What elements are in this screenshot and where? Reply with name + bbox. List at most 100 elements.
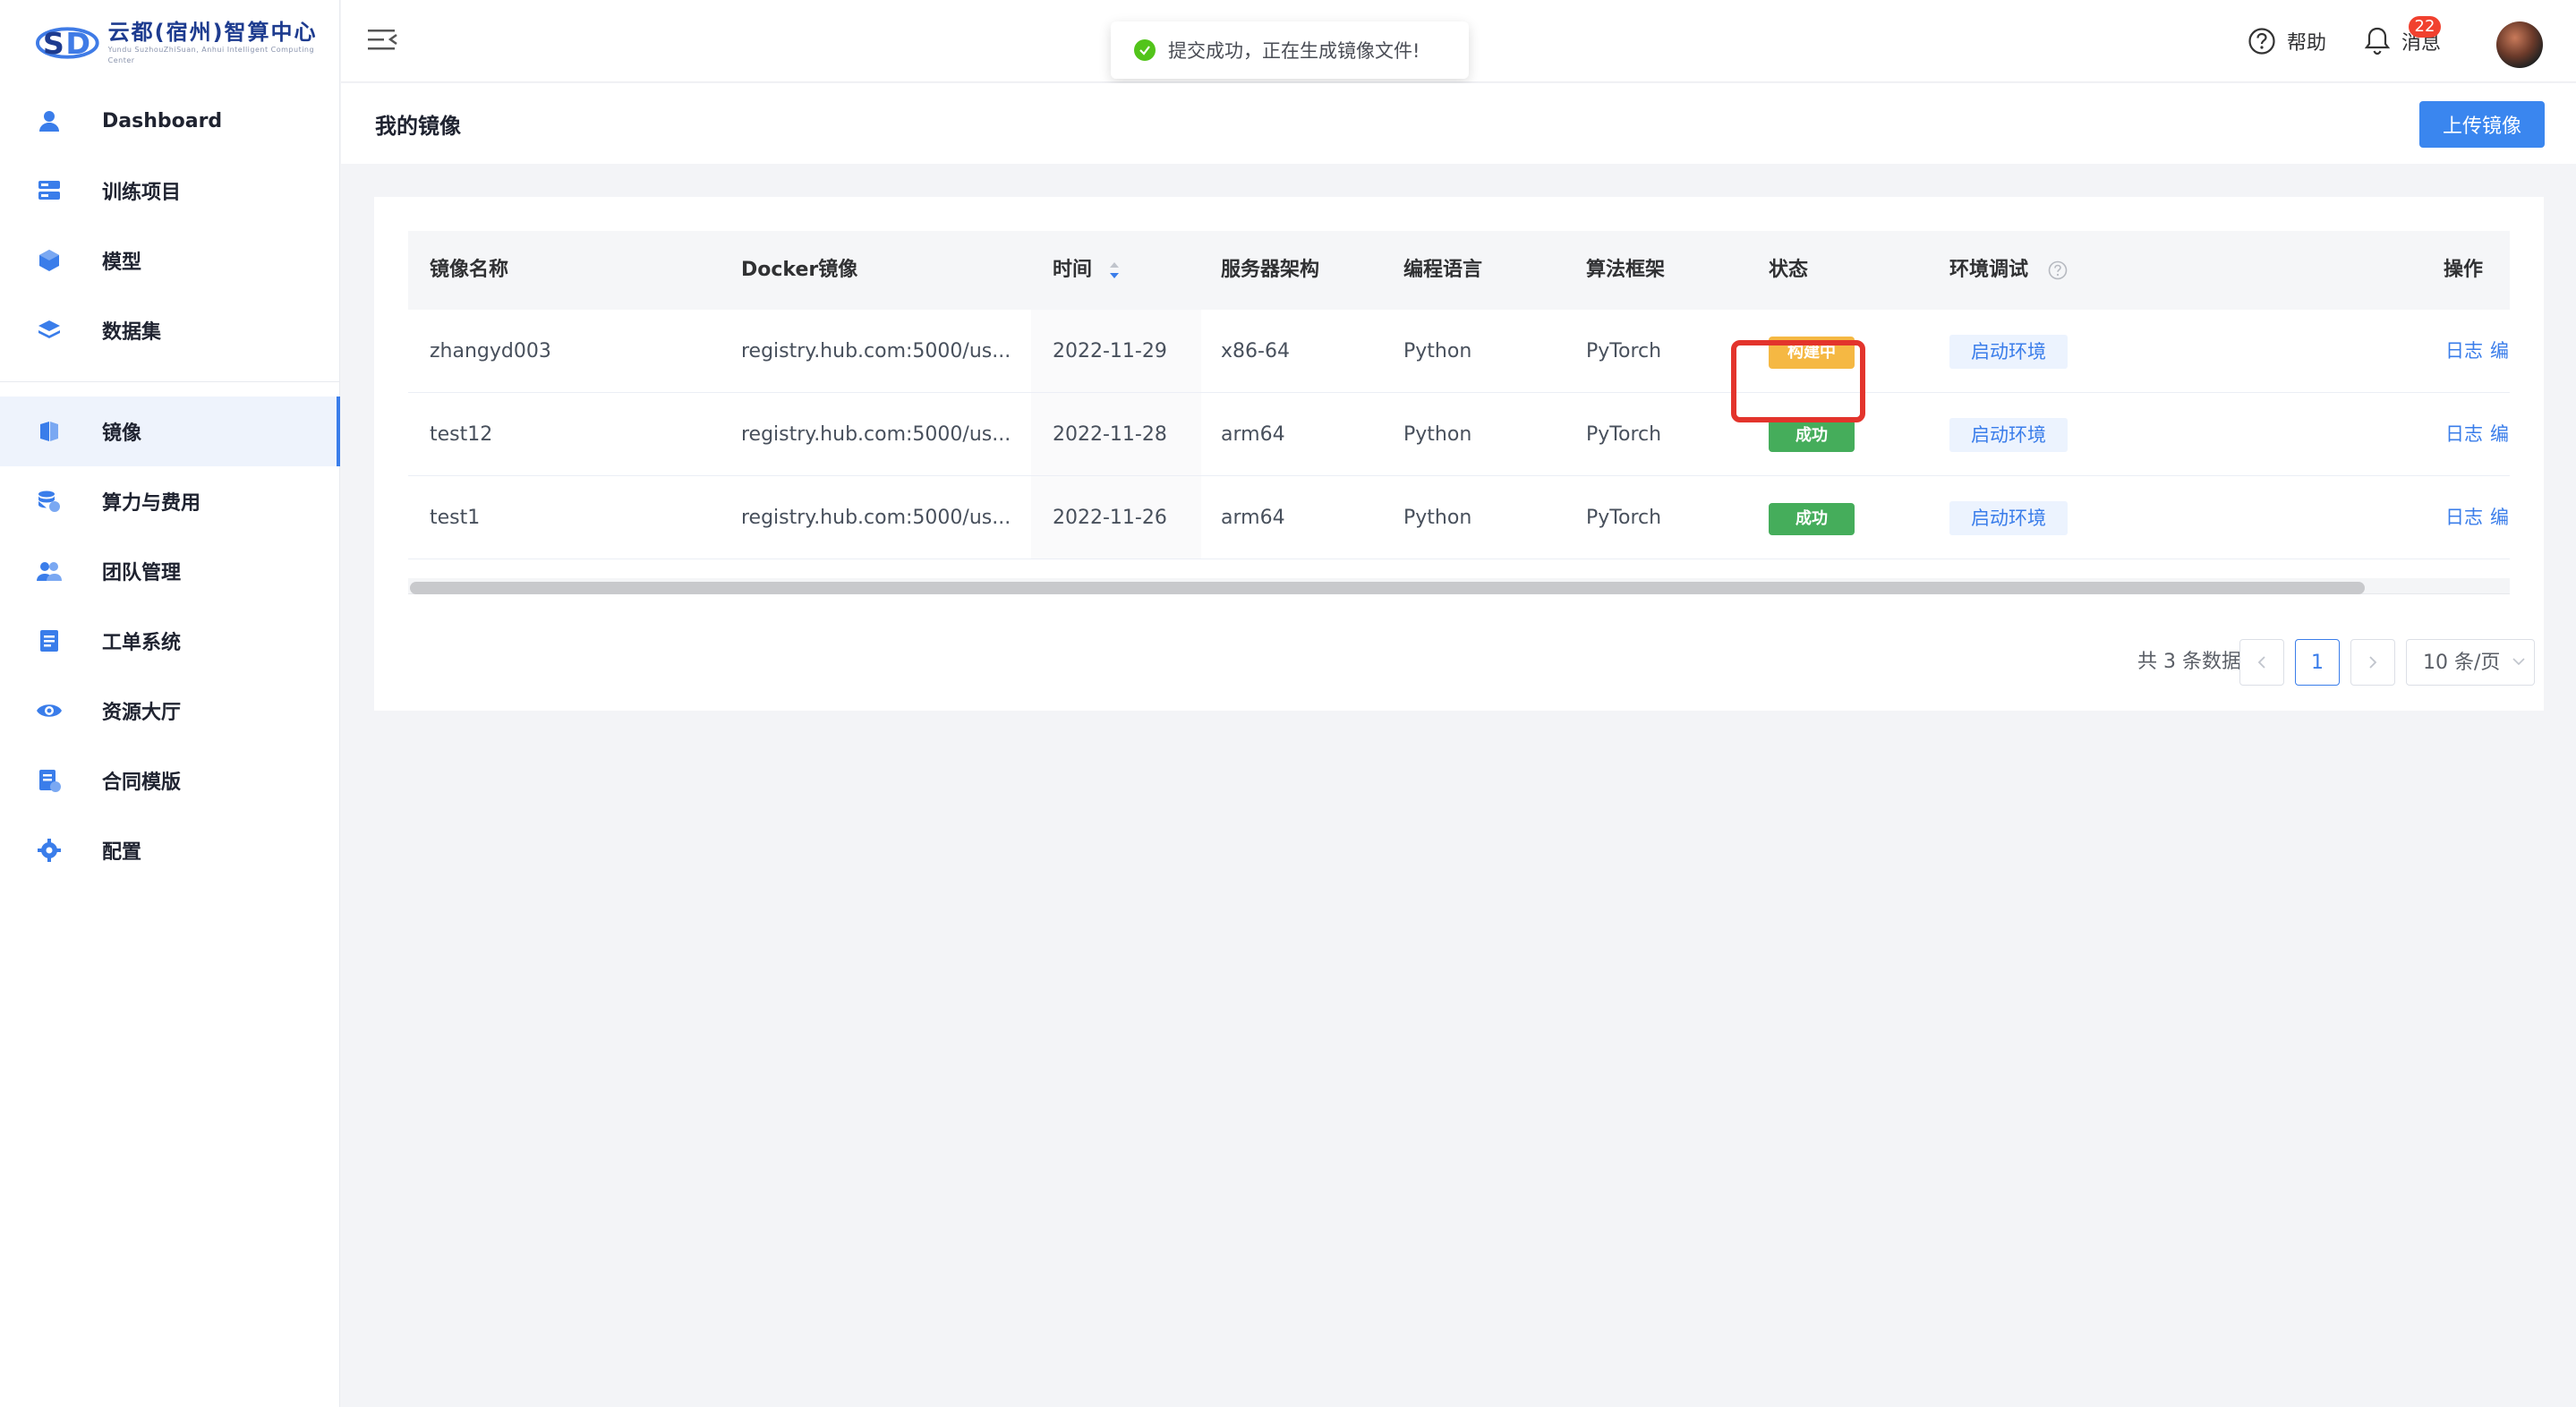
gear-icon xyxy=(36,837,63,864)
column-header-status: 状态 xyxy=(1769,259,1809,281)
billing-icon xyxy=(36,488,63,515)
pagination-total: 共 3 条数据 xyxy=(2137,651,2241,673)
sidebar-item-model[interactable]: 模型 xyxy=(0,226,340,295)
page-title: 我的镜像 xyxy=(375,114,461,139)
sidebar-item-image[interactable]: 镜像 xyxy=(0,397,340,466)
messages-count-badge: 22 xyxy=(2409,16,2441,38)
brand-logo[interactable]: S D 云都(宿州)智算中心 Yundu SuzhouZhiSuan, Anhu… xyxy=(36,18,339,68)
toast-message: 提交成功，正在生成镜像文件! xyxy=(1168,40,1420,62)
sidebar-item-resource-hall[interactable]: 资源大厅 xyxy=(0,676,340,746)
pagination: 共 3 条数据 1 10 条/页 xyxy=(408,639,2535,686)
scrollbar-thumb[interactable] xyxy=(410,582,2365,594)
cell-language: Python xyxy=(1403,423,1472,446)
sidebar: S D 云都(宿州)智算中心 Yundu SuzhouZhiSuan, Anhu… xyxy=(0,0,340,1407)
sidebar-item-billing[interactable]: 算力与费用 xyxy=(0,466,340,536)
status-highlight-annotation xyxy=(1731,340,1865,422)
start-env-button[interactable]: 启动环境 xyxy=(1949,335,2068,369)
sidebar-item-label: 团队管理 xyxy=(102,562,182,584)
start-env-button[interactable]: 启动环境 xyxy=(1949,418,2068,452)
logo-mark-icon: S D xyxy=(36,26,99,61)
edit-link[interactable]: 编 xyxy=(2490,310,2509,393)
upload-image-button[interactable]: 上传镜像 xyxy=(2419,101,2545,148)
sidebar-item-dashboard[interactable]: Dashboard xyxy=(0,86,340,156)
log-link[interactable]: 日志 xyxy=(2445,476,2483,559)
edit-link[interactable]: 编 xyxy=(2490,393,2509,476)
help-button[interactable]: 帮助 xyxy=(2248,25,2326,57)
chevron-down-icon xyxy=(2512,658,2525,666)
sidebar-item-settings[interactable]: 配置 xyxy=(0,815,340,885)
column-header-language: 编程语言 xyxy=(1403,259,1483,281)
cube-icon xyxy=(36,247,63,274)
sidebar-item-label: 算力与费用 xyxy=(102,492,201,515)
server-icon xyxy=(36,177,63,204)
ticket-icon xyxy=(36,627,63,654)
sidebar-item-label: 数据集 xyxy=(102,321,162,344)
sidebar-item-contract[interactable]: 合同模版 xyxy=(0,746,340,815)
column-header-arch: 服务器架构 xyxy=(1221,259,1320,281)
table-row: test12 registry.hub.com:5000/us... 2022-… xyxy=(408,393,2510,476)
cell-time: 2022-11-29 xyxy=(1053,340,1167,362)
column-header-actions: 操作 xyxy=(2444,259,2484,281)
eye-icon xyxy=(36,697,63,724)
sidebar-item-label: 模型 xyxy=(102,252,142,274)
column-header-framework: 算法框架 xyxy=(1586,259,1666,281)
cell-time: 2022-11-28 xyxy=(1053,423,1167,446)
cell-docker: registry.hub.com:5000/us... xyxy=(741,423,1011,446)
sidebar-item-dataset[interactable]: 数据集 xyxy=(0,295,340,365)
sidebar-item-label: 资源大厅 xyxy=(102,702,182,724)
sidebar-item-label: Dashboard xyxy=(102,109,223,132)
chevron-left-icon xyxy=(2257,656,2265,669)
start-env-button[interactable]: 启动环境 xyxy=(1949,501,2068,535)
brand-subtitle: Yundu SuzhouZhiSuan, Anhui Intelligent C… xyxy=(107,46,315,64)
status-badge: 成功 xyxy=(1769,420,1855,452)
next-page-button[interactable] xyxy=(2350,639,2395,686)
cell-language: Python xyxy=(1403,507,1472,529)
cell-arch: arm64 xyxy=(1221,507,1285,529)
question-circle-icon[interactable] xyxy=(2048,260,2068,280)
column-header-name: 镜像名称 xyxy=(430,259,509,281)
prev-page-button[interactable] xyxy=(2239,639,2284,686)
cell-docker: registry.hub.com:5000/us... xyxy=(741,340,1011,362)
sidebar-item-ticket[interactable]: 工单系统 xyxy=(0,606,340,676)
column-header-env-debug: 环境调试 xyxy=(1949,231,2068,310)
user-icon xyxy=(36,107,63,134)
team-icon xyxy=(36,558,63,584)
brand-title: 云都(宿州)智算中心 xyxy=(107,20,318,45)
cell-docker: registry.hub.com:5000/us... xyxy=(741,507,1011,529)
sidebar-item-training[interactable]: 训练项目 xyxy=(0,156,340,226)
cell-framework: PyTorch xyxy=(1586,507,1662,529)
sidebar-item-team[interactable]: 团队管理 xyxy=(0,536,340,606)
help-label: 帮助 xyxy=(2287,32,2327,55)
log-link[interactable]: 日志 xyxy=(2445,393,2483,476)
cell-name: zhangyd003 xyxy=(430,340,551,362)
svg-text:S: S xyxy=(43,26,64,61)
cell-framework: PyTorch xyxy=(1586,423,1662,446)
table-header: 镜像名称 Docker镜像 时间 服务器架构 编程语言 算法框架 状态 环境调试… xyxy=(408,231,2510,310)
cell-arch: x86-64 xyxy=(1221,340,1290,362)
status-badge: 成功 xyxy=(1769,503,1855,535)
svg-text:D: D xyxy=(65,26,90,61)
cell-time: 2022-11-26 xyxy=(1053,507,1167,529)
bell-icon xyxy=(2364,27,2391,55)
log-link[interactable]: 日志 xyxy=(2445,310,2483,393)
page-size-select[interactable]: 10 条/页 xyxy=(2406,639,2535,686)
horizontal-scrollbar[interactable] xyxy=(408,578,2510,594)
image-icon xyxy=(36,418,63,445)
sidebar-item-label: 训练项目 xyxy=(102,182,182,204)
table-row: test1 registry.hub.com:5000/us... 2022-1… xyxy=(408,476,2510,559)
sidebar-item-label: 配置 xyxy=(102,841,142,864)
image-list-card: 镜像名称 Docker镜像 时间 服务器架构 编程语言 算法框架 状态 环境调试… xyxy=(374,197,2544,711)
column-header-time[interactable]: 时间 xyxy=(1053,231,1121,310)
question-circle-icon xyxy=(2248,28,2275,55)
cell-arch: arm64 xyxy=(1221,423,1285,446)
cell-language: Python xyxy=(1403,340,1472,362)
cell-name: test1 xyxy=(430,507,481,529)
menu-toggle-icon[interactable] xyxy=(368,27,398,54)
sidebar-divider xyxy=(0,381,340,382)
messages-button[interactable]: 消息 22 xyxy=(2364,16,2441,57)
page-number-button[interactable]: 1 xyxy=(2295,639,2340,686)
cell-framework: PyTorch xyxy=(1586,340,1662,362)
edit-link[interactable]: 编 xyxy=(2490,476,2509,559)
sort-icon[interactable] xyxy=(1108,260,1121,280)
user-avatar[interactable] xyxy=(2496,21,2543,68)
